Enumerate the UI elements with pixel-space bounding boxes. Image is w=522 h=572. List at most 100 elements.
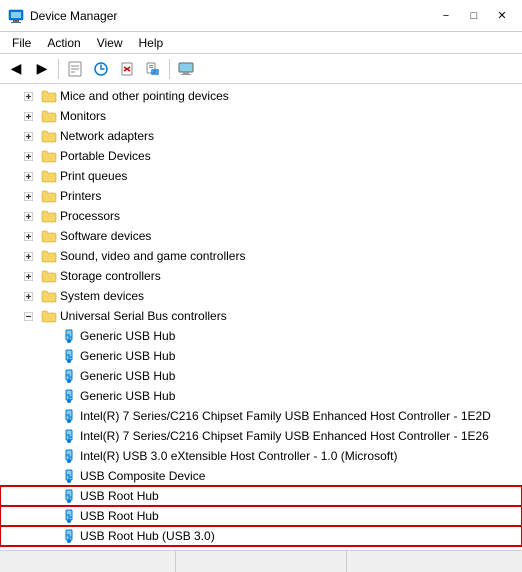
folder-icon-printq <box>41 168 57 184</box>
expand-icon-usb-hub1 <box>40 328 56 344</box>
toolbar: ◀ ▶ <box>0 54 522 84</box>
tree-item-network[interactable]: Network adapters <box>0 126 522 146</box>
expand-icon-usb-devices[interactable] <box>20 548 36 550</box>
tree-item-label-usb-hub1: Generic USB Hub <box>80 329 175 343</box>
tree-item-sound[interactable]: Sound, video and game controllers <box>0 246 522 266</box>
tree-item-label-usb-hub3: Generic USB Hub <box>80 369 175 383</box>
tree-item-usb-composite[interactable]: USB Composite Device <box>0 466 522 486</box>
menu-item-action[interactable]: Action <box>39 34 88 52</box>
usb-icon-usb-hub3 <box>61 368 77 384</box>
tree-item-intel3[interactable]: Intel(R) USB 3.0 eXtensible Host Control… <box>0 446 522 466</box>
tree-item-intel2[interactable]: Intel(R) 7 Series/C216 Chipset Family US… <box>0 426 522 446</box>
expand-icon-portable[interactable] <box>20 148 36 164</box>
tree-item-label-usb-composite: USB Composite Device <box>80 469 205 483</box>
expand-icon-monitors[interactable] <box>20 108 36 124</box>
status-section-3 <box>347 551 518 572</box>
status-section-1 <box>4 551 176 572</box>
expand-icon-intel3 <box>40 448 56 464</box>
close-button[interactable]: ✕ <box>490 6 514 26</box>
tree-item-printq[interactable]: Print queues <box>0 166 522 186</box>
expand-icon-usb-composite <box>40 468 56 484</box>
folder-icon-usb-devices <box>41 548 57 550</box>
folder-icon-portable <box>41 148 57 164</box>
usb-icon-usb-root3 <box>61 528 77 544</box>
properties-button[interactable] <box>63 57 87 81</box>
tree-item-processors[interactable]: Processors <box>0 206 522 226</box>
status-bar <box>0 550 522 572</box>
display-button[interactable] <box>174 57 198 81</box>
tree-item-label-network: Network adapters <box>60 129 154 143</box>
folder-icon-system <box>41 288 57 304</box>
tree-item-label-mice: Mice and other pointing devices <box>60 89 229 103</box>
expand-icon-processors[interactable] <box>20 208 36 224</box>
scan-button[interactable] <box>141 57 165 81</box>
tree-item-storage[interactable]: Storage controllers <box>0 266 522 286</box>
minimize-button[interactable]: − <box>434 6 458 26</box>
expand-icon-intel1 <box>40 408 56 424</box>
expand-icon-mice[interactable] <box>20 88 36 104</box>
menu-item-file[interactable]: File <box>4 34 39 52</box>
expand-icon-sound[interactable] <box>20 248 36 264</box>
folder-icon-mice <box>41 88 57 104</box>
forward-button[interactable]: ▶ <box>30 57 54 81</box>
tree-item-usb-hub4[interactable]: Generic USB Hub <box>0 386 522 406</box>
tree-item-label-monitors: Monitors <box>60 109 106 123</box>
expand-icon-usb-root1 <box>40 488 56 504</box>
tree-item-label-software: Software devices <box>60 229 151 243</box>
expand-icon-software[interactable] <box>20 228 36 244</box>
usb-icon-usb-root2 <box>61 508 77 524</box>
usb-icon-intel1 <box>61 408 77 424</box>
tree-item-label-usb-hub2: Generic USB Hub <box>80 349 175 363</box>
title-bar-controls: − □ ✕ <box>434 6 514 26</box>
uninstall-button[interactable] <box>115 57 139 81</box>
tree-item-label-system: System devices <box>60 289 144 303</box>
usb-icon-usb-root1 <box>61 488 77 504</box>
usb-icon-usb-hub4 <box>61 388 77 404</box>
expand-icon-printq[interactable] <box>20 168 36 184</box>
tree-item-usb[interactable]: Universal Serial Bus controllers <box>0 306 522 326</box>
back-button[interactable]: ◀ <box>4 57 28 81</box>
title-bar: Device Manager − □ ✕ <box>0 0 522 32</box>
tree-item-usb-hub1[interactable]: Generic USB Hub <box>0 326 522 346</box>
expand-icon-usb[interactable] <box>20 308 36 324</box>
maximize-button[interactable]: □ <box>462 6 486 26</box>
expand-icon-printers[interactable] <box>20 188 36 204</box>
tree-item-usb-root2[interactable]: USB Root Hub <box>0 506 522 526</box>
tree[interactable]: Mice and other pointing devices Monitors… <box>0 84 522 550</box>
tree-item-usb-hub3[interactable]: Generic USB Hub <box>0 366 522 386</box>
expand-icon-network[interactable] <box>20 128 36 144</box>
expand-icon-usb-hub4 <box>40 388 56 404</box>
tree-item-printers[interactable]: Printers <box>0 186 522 206</box>
expand-icon-system[interactable] <box>20 288 36 304</box>
tree-item-mice[interactable]: Mice and other pointing devices <box>0 86 522 106</box>
tree-item-usb-hub2[interactable]: Generic USB Hub <box>0 346 522 366</box>
tree-item-label-portable: Portable Devices <box>60 149 151 163</box>
expand-icon-usb-hub2 <box>40 348 56 364</box>
tree-item-usb-root3[interactable]: USB Root Hub (USB 3.0) <box>0 526 522 546</box>
tree-item-label-storage: Storage controllers <box>60 269 161 283</box>
expand-icon-usb-hub3 <box>40 368 56 384</box>
tree-item-software[interactable]: Software devices <box>0 226 522 246</box>
tree-item-portable[interactable]: Portable Devices <box>0 146 522 166</box>
tree-item-monitors[interactable]: Monitors <box>0 106 522 126</box>
tree-item-system[interactable]: System devices <box>0 286 522 306</box>
folder-icon-software <box>41 228 57 244</box>
title-bar-text: Device Manager <box>30 9 434 23</box>
menu-item-view[interactable]: View <box>89 34 131 52</box>
tree-item-label-usb-root3: USB Root Hub (USB 3.0) <box>80 529 215 543</box>
menu-item-help[interactable]: Help <box>131 34 172 52</box>
usb-icon-usb-hub2 <box>61 348 77 364</box>
usb-icon-usb-hub1 <box>61 328 77 344</box>
folder-icon-monitors <box>41 108 57 124</box>
usb-icon-intel2 <box>61 428 77 444</box>
tree-item-label-intel1: Intel(R) 7 Series/C216 Chipset Family US… <box>80 409 491 423</box>
update-button[interactable] <box>89 57 113 81</box>
tree-item-intel1[interactable]: Intel(R) 7 Series/C216 Chipset Family US… <box>0 406 522 426</box>
expand-icon-intel2 <box>40 428 56 444</box>
tree-item-label-usb-hub4: Generic USB Hub <box>80 389 175 403</box>
folder-icon-storage <box>41 268 57 284</box>
tree-item-usb-devices[interactable]: Universal Serial Bus devices <box>0 546 522 550</box>
tree-item-usb-root1[interactable]: USB Root Hub <box>0 486 522 506</box>
tree-item-label-usb-devices: Universal Serial Bus devices <box>60 549 212 550</box>
expand-icon-storage[interactable] <box>20 268 36 284</box>
